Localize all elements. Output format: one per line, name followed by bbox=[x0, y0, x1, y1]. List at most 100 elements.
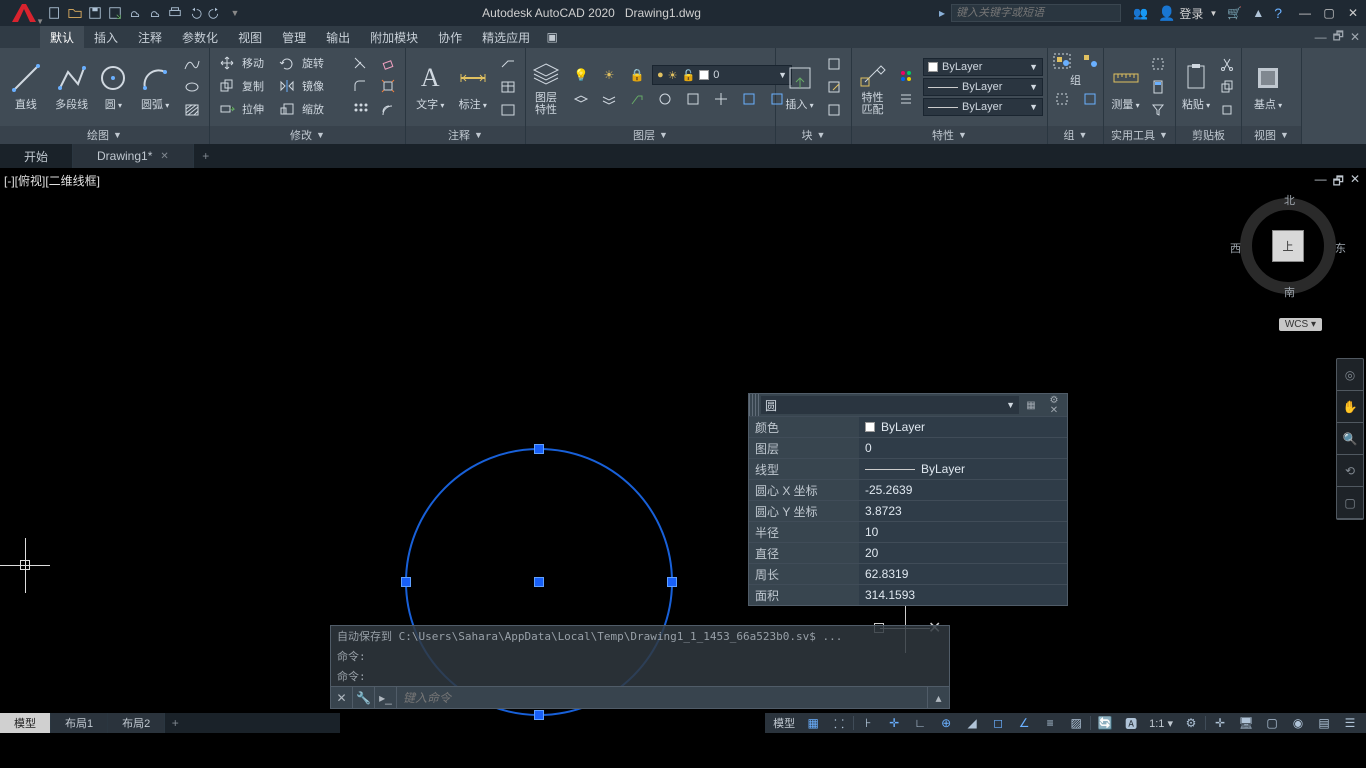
palette-close-icon[interactable]: ✕ bbox=[1044, 405, 1064, 415]
tab-default[interactable]: 默认 bbox=[40, 26, 84, 48]
qat-cloud-open-icon[interactable] bbox=[126, 4, 144, 22]
layer-state-icon[interactable] bbox=[680, 88, 706, 110]
vp-restore-icon[interactable]: 🗗 bbox=[1333, 172, 1344, 193]
status-infer-icon[interactable]: ⊦ bbox=[856, 714, 880, 732]
status-otrack-icon[interactable]: ∠ bbox=[1012, 714, 1036, 732]
status-transparency-icon[interactable]: ▨ bbox=[1064, 714, 1088, 732]
doc-restore-icon[interactable]: 🗗 bbox=[1333, 27, 1344, 48]
status-space-label[interactable]: 模型 bbox=[769, 715, 799, 731]
tab-annotate[interactable]: 注释 bbox=[128, 26, 172, 48]
status-cycling-icon[interactable]: 🔄 bbox=[1093, 714, 1117, 732]
close-button[interactable]: ✕ bbox=[1344, 6, 1362, 20]
qp-row-半径[interactable]: 半径10 bbox=[749, 521, 1067, 542]
layout-tab-model[interactable]: 模型 bbox=[0, 713, 51, 733]
qp-row-直径[interactable]: 直径20 bbox=[749, 542, 1067, 563]
layer-prev-icon[interactable] bbox=[652, 88, 678, 110]
maximize-button[interactable]: ▢ bbox=[1320, 6, 1338, 20]
status-workspace-icon[interactable]: ✛ bbox=[1208, 714, 1232, 732]
move-icon[interactable] bbox=[214, 52, 240, 74]
qat-new-icon[interactable] bbox=[46, 4, 64, 22]
infocenter-signin-icon[interactable]: 👥 bbox=[1133, 6, 1148, 20]
drawing-area[interactable]: [-][俯视][二维线框] — 🗗 ✕ ✕ 圆▼ ▦ ⚙ ✕ 颜色ByLayer… bbox=[0, 168, 1366, 733]
insert-block-tool[interactable]: 插入 ▾ bbox=[780, 51, 819, 123]
dimension-tool[interactable]: 标注 ▾ bbox=[453, 51, 494, 123]
layer-lock-icon[interactable]: 🔒 bbox=[624, 64, 650, 86]
offset-icon[interactable] bbox=[375, 98, 401, 120]
layout-tab-2[interactable]: 布局2 bbox=[108, 713, 165, 733]
array-icon[interactable] bbox=[347, 98, 373, 120]
bylayer-icon[interactable] bbox=[893, 65, 919, 87]
wipeout-icon[interactable] bbox=[495, 99, 521, 121]
palette-options-icon[interactable]: ⚙ bbox=[1044, 395, 1064, 405]
hatch-icon[interactable] bbox=[179, 99, 205, 121]
doc-tab-start[interactable]: 开始 bbox=[0, 144, 73, 168]
viewcube-west[interactable]: 西 bbox=[1230, 240, 1241, 256]
doc-close-icon[interactable]: ✕ bbox=[1350, 30, 1360, 44]
select-all-icon[interactable] bbox=[1145, 53, 1171, 75]
viewcube-top-face[interactable]: 上 bbox=[1272, 230, 1304, 262]
status-polar-icon[interactable]: ⊕ bbox=[934, 714, 958, 732]
layout-tab-1[interactable]: 布局1 bbox=[51, 713, 108, 733]
viewcube-south[interactable]: 南 bbox=[1284, 284, 1295, 300]
login-button[interactable]: 👤登录▼ bbox=[1158, 5, 1217, 22]
list-icon[interactable] bbox=[893, 88, 919, 110]
object-type-dropdown[interactable]: 圆▼ bbox=[761, 396, 1019, 414]
nav-wheel-icon[interactable]: ◎ bbox=[1337, 359, 1363, 391]
layout-tab-add[interactable]: + bbox=[165, 713, 185, 733]
nav-pan-icon[interactable]: ✋ bbox=[1337, 391, 1363, 423]
edit-block-icon[interactable] bbox=[821, 76, 847, 98]
qp-row-图层[interactable]: 图层0 bbox=[749, 437, 1067, 458]
attr-block-icon[interactable] bbox=[821, 99, 847, 121]
status-customize-icon[interactable]: ☰ bbox=[1338, 714, 1362, 732]
color-dropdown[interactable]: ByLayer▼ bbox=[923, 58, 1043, 76]
status-clean-icon[interactable]: ▤ bbox=[1312, 714, 1336, 732]
keyword-search-input[interactable] bbox=[951, 4, 1121, 22]
tab-insert[interactable]: 插入 bbox=[84, 26, 128, 48]
group-edit-icon[interactable] bbox=[1049, 88, 1075, 110]
qp-row-颜色[interactable]: 颜色ByLayer bbox=[749, 416, 1067, 437]
qp-row-线型[interactable]: 线型ByLayer bbox=[749, 458, 1067, 479]
layer-walk-icon[interactable] bbox=[708, 88, 734, 110]
viewcube-east[interactable]: 东 bbox=[1335, 240, 1346, 256]
cmd-close-icon[interactable]: ✕ bbox=[331, 687, 353, 708]
palette-grip[interactable] bbox=[749, 394, 759, 416]
tab-featured[interactable]: 精选应用 bbox=[472, 26, 540, 48]
create-block-icon[interactable] bbox=[821, 53, 847, 75]
trim-icon[interactable] bbox=[347, 52, 373, 74]
tab-view[interactable]: 视图 bbox=[228, 26, 272, 48]
scale-icon[interactable] bbox=[274, 98, 300, 120]
grip-center[interactable] bbox=[534, 577, 544, 587]
viewcube[interactable]: 上 北 南 东 西 bbox=[1240, 198, 1336, 294]
vp-minimize-icon[interactable]: — bbox=[1315, 172, 1327, 193]
ellipse-icon[interactable] bbox=[179, 76, 205, 98]
grip-west[interactable] bbox=[401, 577, 411, 587]
circle-tool[interactable]: 圆 ▾ bbox=[95, 51, 131, 123]
status-grid-icon[interactable]: ▦ bbox=[801, 714, 825, 732]
copy-clip-icon[interactable] bbox=[1214, 76, 1240, 98]
leader-icon[interactable] bbox=[495, 53, 521, 75]
status-hardware-icon[interactable]: ◉ bbox=[1286, 714, 1310, 732]
qat-plot-icon[interactable] bbox=[166, 4, 184, 22]
layer-more1-icon[interactable] bbox=[736, 88, 762, 110]
polyline-tool[interactable]: 多段线 bbox=[50, 51, 94, 123]
layer-match-icon[interactable] bbox=[624, 88, 650, 110]
nav-zoom-extents-icon[interactable]: 🔍 bbox=[1337, 423, 1363, 455]
explode-icon[interactable] bbox=[375, 75, 401, 97]
grip-east[interactable] bbox=[667, 577, 677, 587]
status-annotation-scale-icon[interactable]: 🅰 bbox=[1119, 714, 1143, 732]
qp-row-圆心 X 坐标[interactable]: 圆心 X 坐标-25.2639 bbox=[749, 479, 1067, 500]
qat-open-icon[interactable] bbox=[66, 4, 84, 22]
status-isoplane-icon[interactable]: ◢ bbox=[960, 714, 984, 732]
quickselect-icon[interactable] bbox=[1145, 99, 1171, 121]
app-logo[interactable]: ▼ bbox=[4, 0, 44, 26]
linetype-dropdown[interactable]: ByLayer▼ bbox=[923, 98, 1043, 116]
tab-collab[interactable]: 协作 bbox=[428, 26, 472, 48]
autodesk-app-icon[interactable]: ▲ bbox=[1252, 6, 1264, 20]
help-icon[interactable]: ? bbox=[1274, 5, 1282, 21]
status-osnap-icon[interactable]: ◻ bbox=[986, 714, 1010, 732]
vp-close-icon[interactable]: ✕ bbox=[1350, 172, 1360, 193]
app-exchange-icon[interactable]: 🛒 bbox=[1227, 6, 1242, 20]
qat-undo-icon[interactable] bbox=[186, 4, 204, 22]
rotate-icon[interactable] bbox=[274, 52, 300, 74]
erase-icon[interactable] bbox=[375, 52, 401, 74]
